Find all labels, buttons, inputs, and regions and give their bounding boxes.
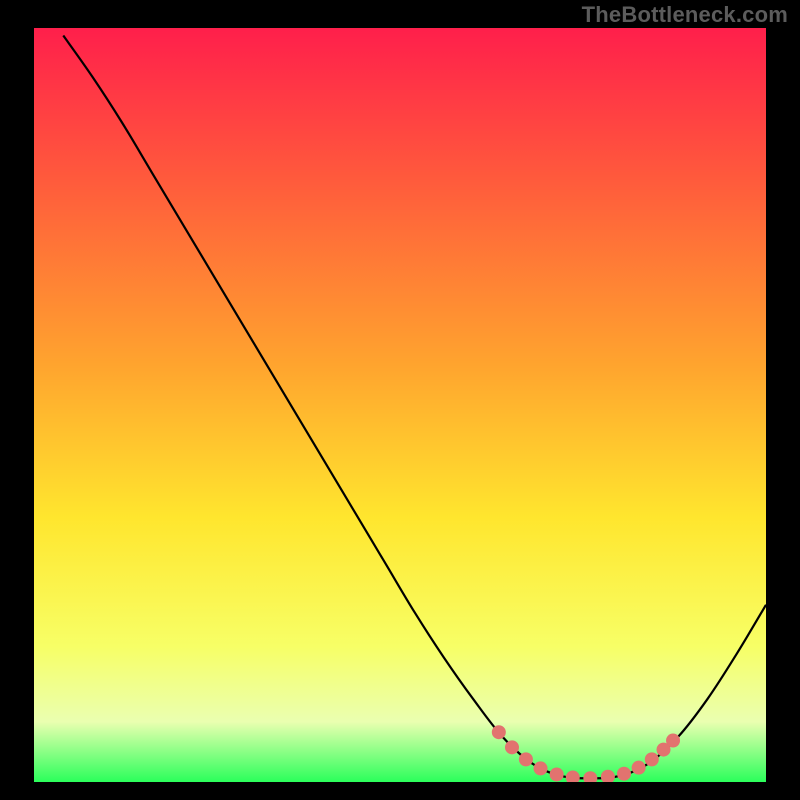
highlight-dot [505,740,519,754]
chart-frame: TheBottleneck.com [0,0,800,800]
highlight-dot [519,752,533,766]
watermark-text: TheBottleneck.com [582,2,788,28]
highlight-dot [492,725,506,739]
highlight-dot [632,761,646,775]
highlight-dot [617,767,631,781]
highlight-dot [645,752,659,766]
highlight-dot [534,761,548,775]
gradient-background [34,28,766,782]
highlight-dot [601,770,615,784]
highlight-dot [566,770,580,784]
highlight-dot [666,734,680,748]
bottleneck-chart [0,0,800,800]
highlight-dot [583,771,597,785]
highlight-dot [550,767,564,781]
